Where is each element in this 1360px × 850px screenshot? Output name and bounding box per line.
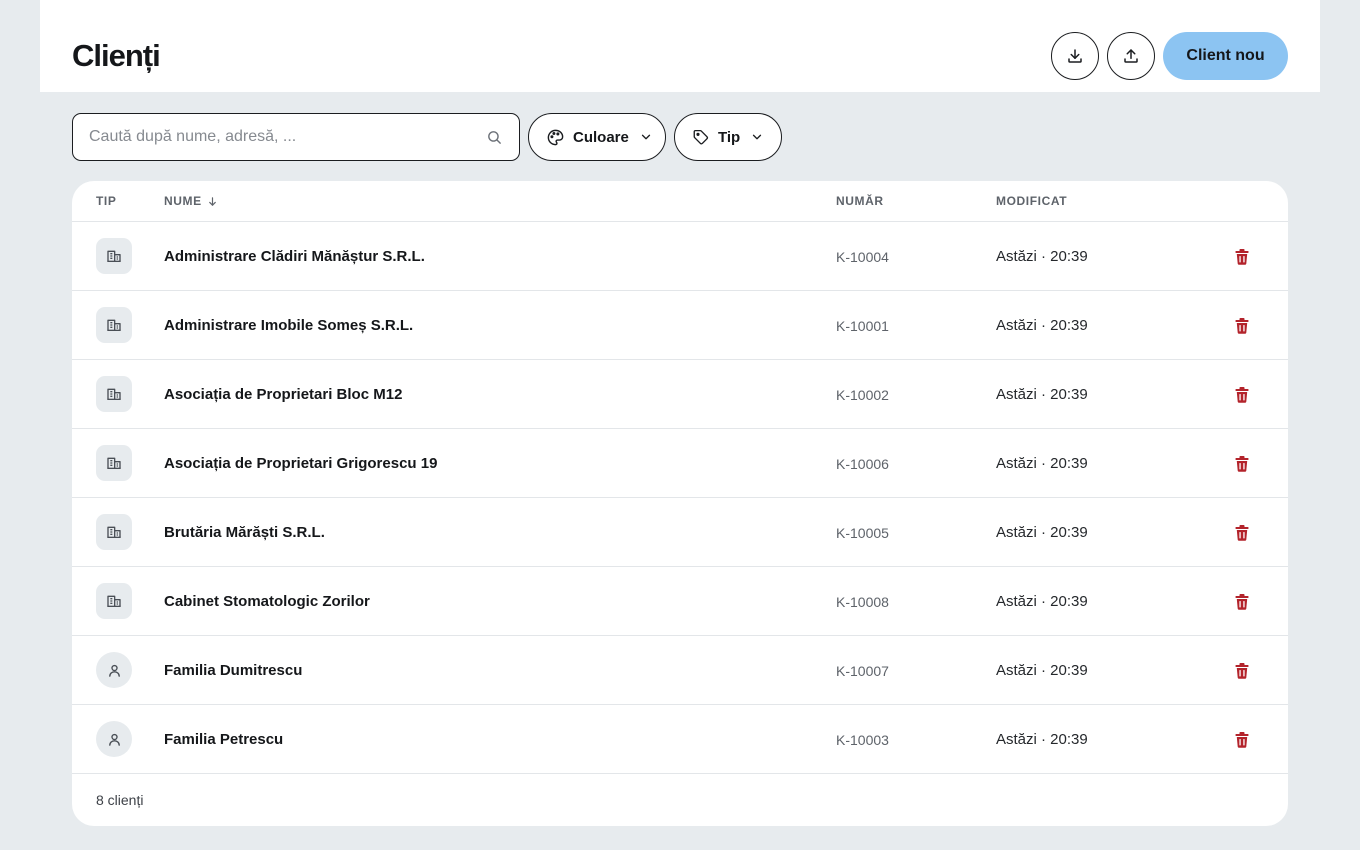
person-icon xyxy=(108,664,120,677)
download-button[interactable] xyxy=(1051,32,1099,80)
client-type-badge xyxy=(96,652,132,688)
delete-button[interactable] xyxy=(1230,246,1254,268)
building-icon xyxy=(107,457,121,469)
client-number: K-10004 xyxy=(836,249,889,265)
download-icon xyxy=(1068,49,1082,63)
upload-icon xyxy=(1124,49,1138,63)
color-filter-button[interactable]: Culoare xyxy=(528,113,666,161)
client-name: Asociația de Proprietari Bloc M12 xyxy=(164,386,403,403)
client-type-badge xyxy=(96,721,132,757)
page-header: Clienți Client nou xyxy=(40,0,1320,92)
trash-icon xyxy=(1235,594,1249,610)
building-icon xyxy=(107,250,121,262)
clients-table: TIP NUME NUMĂR MODIFICAT Administrare Cl… xyxy=(72,181,1288,826)
color-filter-label: Culoare xyxy=(573,128,629,146)
delete-button[interactable] xyxy=(1230,522,1254,544)
table-row[interactable]: Asociația de Proprietari Bloc M12 K-1000… xyxy=(72,360,1288,429)
delete-button[interactable] xyxy=(1230,660,1254,682)
client-name: Administrare Imobile Someș S.R.L. xyxy=(164,317,414,334)
table-row[interactable]: Brutăria Mărăști S.R.L. K-10005 Astăzi ·… xyxy=(72,498,1288,567)
client-modified: Astăzi · 20:39 xyxy=(996,524,1088,541)
client-name: Asociația de Proprietari Grigorescu 19 xyxy=(164,455,438,472)
client-number: K-10006 xyxy=(836,456,889,472)
client-name: Administrare Clădiri Mănăștur S.R.L. xyxy=(164,248,425,265)
building-icon xyxy=(107,388,121,400)
table-body: Administrare Clădiri Mănăștur S.R.L. K-1… xyxy=(72,222,1288,774)
client-name: Brutăria Mărăști S.R.L. xyxy=(164,524,325,541)
type-filter-button[interactable]: Tip xyxy=(674,113,782,161)
client-modified: Astăzi · 20:39 xyxy=(996,731,1088,748)
client-type-badge xyxy=(96,307,132,343)
table-row[interactable]: Familia Dumitrescu K-10007 Astăzi · 20:3… xyxy=(72,636,1288,705)
client-number: K-10002 xyxy=(836,387,889,403)
client-type-badge xyxy=(96,514,132,550)
table-header: TIP NUME NUMĂR MODIFICAT xyxy=(72,181,1288,222)
table-row[interactable]: Cabinet Stomatologic Zorilor K-10008 Ast… xyxy=(72,567,1288,636)
client-number: K-10001 xyxy=(836,318,889,334)
table-row[interactable]: Familia Petrescu K-10003 Astăzi · 20:39 xyxy=(72,705,1288,774)
client-modified: Astăzi · 20:39 xyxy=(996,662,1088,679)
type-filter-label: Tip xyxy=(718,128,741,146)
column-header-number: NUMĂR xyxy=(836,194,884,208)
new-client-button[interactable]: Client nou xyxy=(1163,32,1288,80)
client-name: Familia Petrescu xyxy=(164,731,284,748)
trash-icon xyxy=(1235,732,1249,748)
page-title: Clienți xyxy=(72,38,161,73)
column-header-name[interactable]: NUME xyxy=(164,194,218,208)
delete-button[interactable] xyxy=(1230,384,1254,406)
delete-button[interactable] xyxy=(1230,591,1254,613)
trash-icon xyxy=(1235,318,1249,334)
trash-icon xyxy=(1235,387,1249,403)
client-type-badge xyxy=(96,376,132,412)
client-modified: Astăzi · 20:39 xyxy=(996,248,1088,265)
column-header-modified: MODIFICAT xyxy=(996,194,1068,208)
chevron-down-icon xyxy=(641,134,651,140)
client-modified: Astăzi · 20:39 xyxy=(996,455,1088,472)
client-count: 8 clienți xyxy=(96,792,144,808)
search-input[interactable] xyxy=(89,114,479,160)
upload-button[interactable] xyxy=(1107,32,1155,80)
column-header-name-label: NUME xyxy=(164,194,202,208)
client-type-badge xyxy=(96,445,132,481)
trash-icon xyxy=(1235,249,1249,265)
client-modified: Astăzi · 20:39 xyxy=(996,317,1088,334)
client-modified: Astăzi · 20:39 xyxy=(996,593,1088,610)
column-header-type: TIP xyxy=(96,194,117,208)
trash-icon xyxy=(1235,663,1249,679)
client-name: Familia Dumitrescu xyxy=(164,662,303,679)
arrow-down-icon xyxy=(208,196,216,206)
table-row[interactable]: Administrare Clădiri Mănăștur S.R.L. K-1… xyxy=(72,222,1288,291)
building-icon xyxy=(107,526,121,538)
delete-button[interactable] xyxy=(1230,315,1254,337)
client-modified: Astăzi · 20:39 xyxy=(996,386,1088,403)
delete-button[interactable] xyxy=(1230,729,1254,751)
client-number: K-10003 xyxy=(836,732,889,748)
trash-icon xyxy=(1235,525,1249,541)
client-number: K-10005 xyxy=(836,525,889,541)
tag-icon xyxy=(693,129,709,145)
table-row[interactable]: Administrare Imobile Someș S.R.L. K-1000… xyxy=(72,291,1288,360)
client-type-badge xyxy=(96,583,132,619)
delete-button[interactable] xyxy=(1230,453,1254,475)
person-icon xyxy=(108,733,120,746)
trash-icon xyxy=(1235,456,1249,472)
search-icon[interactable] xyxy=(486,129,503,146)
client-number: K-10007 xyxy=(836,663,889,679)
palette-icon xyxy=(547,129,564,145)
table-row[interactable]: Asociația de Proprietari Grigorescu 19 K… xyxy=(72,429,1288,498)
chevron-down-icon xyxy=(753,134,762,140)
search-box xyxy=(72,113,520,161)
building-icon xyxy=(107,319,121,331)
building-icon xyxy=(107,595,121,607)
client-number: K-10008 xyxy=(836,594,889,610)
client-type-badge xyxy=(96,238,132,274)
client-name: Cabinet Stomatologic Zorilor xyxy=(164,593,370,610)
